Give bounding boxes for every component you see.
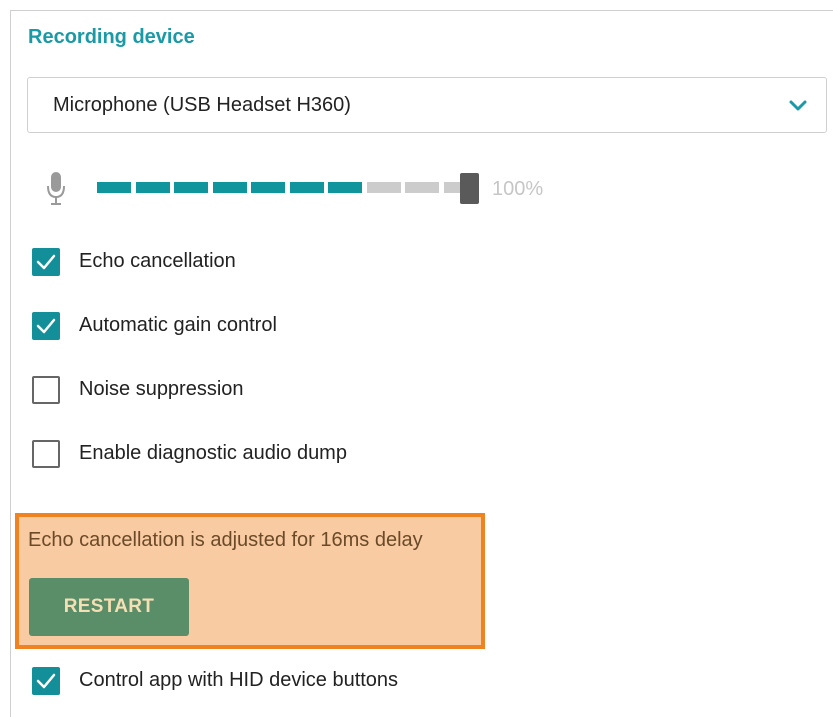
level-meter-segment: [405, 182, 439, 193]
level-meter-segment: [135, 182, 170, 193]
level-meter-segment: [174, 182, 208, 193]
level-meter-segment: [366, 182, 401, 193]
recording-device-select[interactable]: Microphone (USB Headset H360): [27, 77, 827, 133]
microphone-icon: [47, 172, 65, 205]
diagnostic-audio-dump-checkbox[interactable]: [32, 440, 60, 468]
restart-button[interactable]: RESTART: [29, 578, 189, 636]
input-level-meter: [97, 178, 487, 200]
input-level-value: 100%: [492, 178, 544, 200]
input-level-slider-handle[interactable]: [460, 173, 479, 204]
checkmark-icon: [36, 673, 56, 689]
notice-message: Echo cancellation is adjusted for 16ms d…: [28, 529, 423, 551]
level-meter-segment: [289, 182, 324, 193]
automatic-gain-control-label: Automatic gain control: [79, 314, 277, 336]
level-meter-segment: [97, 182, 131, 193]
echo-cancellation-label: Echo cancellation: [79, 250, 236, 272]
selected-device: Microphone (USB Headset H360): [53, 94, 351, 116]
diagnostic-audio-dump-label: Enable diagnostic audio dump: [79, 442, 347, 464]
level-meter-segment: [328, 182, 362, 193]
chevron-down-icon: [789, 100, 807, 111]
noise-suppression-label: Noise suppression: [79, 378, 244, 400]
automatic-gain-control-checkbox[interactable]: [32, 312, 60, 340]
level-meter-segment: [251, 182, 285, 193]
noise-suppression-checkbox[interactable]: [32, 376, 60, 404]
hid-device-buttons-checkbox[interactable]: [32, 667, 60, 695]
level-meter-segment: [212, 182, 247, 193]
checkmark-icon: [36, 318, 56, 334]
echo-cancellation-checkbox[interactable]: [32, 248, 60, 276]
hid-device-buttons-label: Control app with HID device buttons: [79, 669, 399, 691]
checkmark-icon: [36, 254, 56, 270]
section-title: Recording device: [28, 26, 195, 48]
echo-delay-notice: Echo cancellation is adjusted for 16ms d…: [15, 513, 485, 649]
